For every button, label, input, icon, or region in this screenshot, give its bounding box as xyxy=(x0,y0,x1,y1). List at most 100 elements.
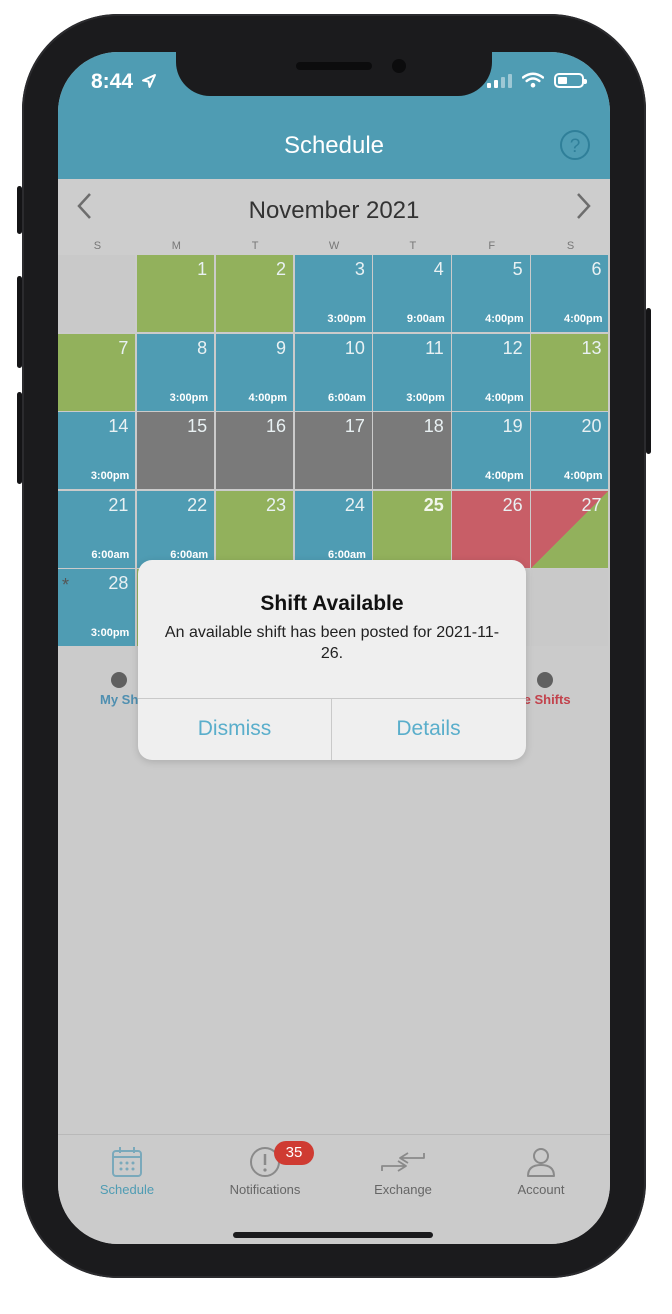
weekday-label: M xyxy=(171,240,181,252)
legend-available-shifts[interactable]: le Shifts xyxy=(520,672,571,707)
day-number: 15 xyxy=(187,416,208,437)
legend-my-shifts[interactable]: My Sh xyxy=(100,672,138,707)
day-number: 12 xyxy=(502,337,523,358)
day-number: 2 xyxy=(276,259,287,279)
shift-time: 4:00pm xyxy=(485,470,524,483)
legend-my-shifts-label: My Sh xyxy=(100,692,139,707)
location-arrow-icon xyxy=(141,74,156,88)
day-number: 25 xyxy=(423,494,444,515)
tab-bar: Schedule 35 Notifications Exchange Accou… xyxy=(58,1134,610,1244)
status-time: 8:44 xyxy=(91,70,157,94)
calendar-day-cell[interactable]: 9 4:00pm xyxy=(215,333,294,411)
calendar-day-cell[interactable]: 17 xyxy=(294,412,372,490)
help-button[interactable]: ? xyxy=(560,130,590,160)
day-number: 27 xyxy=(581,494,602,515)
shift-time: 9:00am xyxy=(406,313,445,326)
wifi-icon xyxy=(522,72,544,88)
day-number: 17 xyxy=(344,416,365,437)
calendar-day-cell[interactable]: 19 4:00pm xyxy=(452,412,530,490)
calendar-day-cell[interactable]: 14 3:00pm xyxy=(58,412,136,490)
calendar-day-cell[interactable]: 13 xyxy=(531,333,609,411)
day-number: 1 xyxy=(197,259,208,279)
shift-time: 4:00pm xyxy=(563,313,603,326)
calendar-icon xyxy=(112,1147,142,1177)
calendar-day-cell[interactable]: 6 4:00pm xyxy=(531,255,609,333)
calendar-day-cell[interactable]: 10 6:00am xyxy=(294,333,372,411)
clock-icon xyxy=(111,672,128,688)
alert-title: Shift Available xyxy=(260,592,404,615)
day-number: 7 xyxy=(118,337,129,358)
status-icons xyxy=(487,72,587,88)
calendar-day-cell[interactable]: 2 xyxy=(215,255,294,333)
shift-time: 3:00pm xyxy=(169,391,209,404)
calendar-day-cell[interactable]: 15 xyxy=(136,412,215,490)
calendar-day-cell[interactable]: 21 6:00am xyxy=(58,490,136,568)
day-number: 26 xyxy=(502,494,523,515)
calendar-day-cell[interactable]: 20 4:00pm xyxy=(531,412,609,490)
status-time-text: 8:44 xyxy=(91,70,134,93)
tab-notifications[interactable]: 35 Notifications xyxy=(196,1141,334,1197)
month-title: November 2021 xyxy=(248,197,420,224)
details-button[interactable]: Details xyxy=(332,698,525,760)
help-icon: ? xyxy=(569,136,581,157)
shift-time: 4:00pm xyxy=(563,470,603,483)
weekday-label: T xyxy=(251,240,259,252)
tab-schedule-label: Schedule xyxy=(99,1182,155,1197)
tab-exchange[interactable]: Exchange xyxy=(334,1145,472,1197)
day-number: 23 xyxy=(266,494,287,515)
notification-badge: 35 xyxy=(274,1141,314,1165)
dismiss-button[interactable]: Dismiss xyxy=(138,698,331,760)
volume-up-button xyxy=(17,276,22,368)
tab-account[interactable]: Account xyxy=(472,1145,610,1197)
weekday-label: T xyxy=(409,240,417,252)
calendar-day-cell[interactable]: 7 xyxy=(58,333,136,411)
app-screen: 8:44 Schedule ? November 2021 SMTWTFS 12… xyxy=(58,52,610,1244)
shift-time: 3:00pm xyxy=(406,391,445,404)
exchange-arrows-icon xyxy=(381,1152,425,1172)
shift-time: 4:00pm xyxy=(485,391,524,404)
tab-notifications-label: Notifications xyxy=(229,1182,301,1197)
calendar-day-cell[interactable]: 5 4:00pm xyxy=(452,255,530,333)
calendar-day-cell[interactable]: 8 3:00pm xyxy=(136,333,215,411)
legend-available-shifts-label: le Shifts xyxy=(520,692,571,707)
calendar-day-cell[interactable]: 1 xyxy=(136,255,215,333)
calendar-day-cell[interactable]: 25 xyxy=(373,490,451,568)
home-indicator xyxy=(233,1232,433,1238)
calendar-day-cell[interactable]: 23 xyxy=(215,490,294,568)
shift-time: 4:00pm xyxy=(248,391,288,404)
calendar-day-cell[interactable]: 3 3:00pm xyxy=(294,255,372,333)
weekday-label: W xyxy=(328,240,340,252)
cellular-signal-icon xyxy=(487,74,512,88)
page-title: Schedule xyxy=(283,132,385,159)
calendar-day-cell[interactable]: 22 6:00am xyxy=(136,490,215,568)
day-number: 6 xyxy=(591,259,602,279)
calendar-day-cell[interactable]: 26 xyxy=(452,490,530,568)
next-month-button[interactable] xyxy=(574,191,594,230)
calendar-day-cell[interactable]: 12 4:00pm xyxy=(452,333,530,411)
calendar-day-cell[interactable]: 11 3:00pm xyxy=(373,333,451,411)
calendar-day-cell[interactable]: 18 xyxy=(373,412,451,490)
calendar-day-cell xyxy=(58,255,136,333)
day-number: 8 xyxy=(197,337,208,358)
day-number: 13 xyxy=(581,337,602,358)
day-number: 28 xyxy=(108,573,129,594)
calendar-day-cell[interactable]: 4 9:00am xyxy=(373,255,451,333)
alert-message: An available shift has been posted for 2… xyxy=(164,624,500,662)
calendar-header: November 2021 S M T W T F S xyxy=(58,179,610,255)
calendar-day-cell xyxy=(531,569,609,647)
calendar-day-cell[interactable]: 24 6:00am xyxy=(294,490,372,568)
weekday-label: F xyxy=(488,240,496,252)
volume-down-button xyxy=(17,392,22,484)
calendar-day-cell[interactable]: 16 xyxy=(215,412,294,490)
day-number: 22 xyxy=(187,494,208,515)
shift-time: 6:00am xyxy=(327,391,366,404)
user-icon xyxy=(527,1148,555,1177)
tab-schedule[interactable]: Schedule xyxy=(58,1145,196,1197)
weekday-row: SMTWTFS xyxy=(58,240,610,252)
chevron-right-icon xyxy=(577,193,591,219)
calendar-day-cell[interactable]: 27 xyxy=(531,490,609,568)
day-number: 18 xyxy=(423,416,444,437)
calendar-day-cell[interactable]: * 28 3:00pm xyxy=(58,569,136,647)
day-number: 3 xyxy=(354,259,365,279)
notch xyxy=(176,52,492,96)
